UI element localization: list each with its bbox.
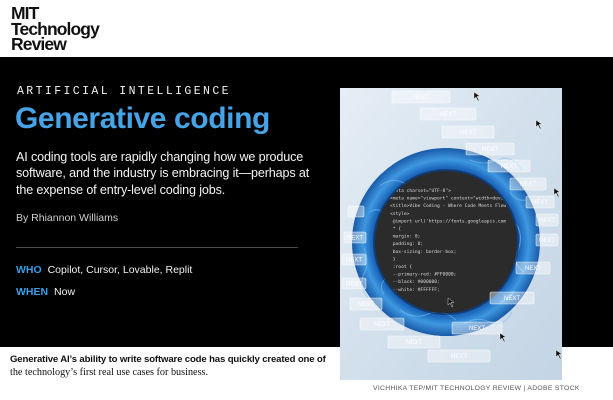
article-title: Generative coding: [15, 102, 270, 135]
next-button-label: NEXT: [532, 200, 548, 206]
next-button-label: NEXT: [520, 182, 536, 188]
next-button-label: NEXT: [501, 164, 517, 170]
next-button-label: NEXT: [469, 326, 485, 332]
next-button-label: NEXT: [504, 296, 520, 302]
image-caption: Generative AI’s ability to write softwar…: [10, 354, 335, 379]
code-line: @import url('https://fonts.googleapis.co…: [390, 218, 506, 224]
hero-illustration: <meta charset="UTF-8"> <meta name="viewpo…: [340, 88, 562, 380]
code-line: <title>Vibe Coding - Where Code Meets Fl…: [390, 203, 506, 209]
who-value: Copilot, Cursor, Lovable, Replit: [47, 264, 193, 276]
mit-technology-review-logo[interactable]: MIT Technology Review: [11, 5, 131, 54]
code-line: <meta name="viewport" content="width=dev…: [390, 196, 504, 202]
code-line: --black: #000000;: [390, 279, 440, 285]
caption-line-2: the technology’s first real use cases fo…: [10, 367, 209, 378]
code-line: padding: 0;: [390, 241, 423, 247]
next-button-label: NEXT: [413, 95, 429, 101]
divider: [16, 247, 298, 248]
code-line: box-sizing: border-box;: [390, 249, 456, 255]
next-button-label: NEXT: [358, 302, 374, 308]
next-button-label: NEXT: [347, 236, 363, 242]
topic-kicker[interactable]: ARTIFICIAL INTELLIGENCE: [17, 85, 231, 98]
when-row: WHEN Now: [16, 286, 75, 298]
next-button: [347, 205, 365, 218]
code-line: margin: 0;: [390, 234, 420, 240]
who-label: WHO: [16, 264, 42, 276]
byline[interactable]: By Rhiannon Williams: [16, 212, 118, 224]
next-button-label: NEXT: [374, 322, 390, 328]
when-value: Now: [54, 286, 76, 298]
next-button-label: NEXT: [440, 112, 456, 118]
who-row: WHO Copilot, Cursor, Lovable, Replit: [16, 264, 192, 276]
next-button-label: NEXT: [346, 282, 362, 288]
next-button-label: NEXT: [406, 340, 422, 346]
code-line: <meta charset="UTF-8">: [390, 188, 451, 194]
code-line: --white: #FFFFFF;: [390, 287, 440, 293]
next-button-label: NEXT: [539, 238, 555, 244]
next-button-label: NEXT: [525, 266, 541, 272]
next-button-label: NEXT: [460, 130, 476, 136]
code-line: }: [390, 256, 396, 262]
code-line: * {: [390, 226, 401, 232]
code-line: :root {: [390, 264, 412, 270]
when-label: WHEN: [16, 286, 49, 298]
logo-line-3: Review: [11, 34, 67, 54]
image-credit: VICHHIKA TEP/MIT TECHNOLOGY REVIEW | ADO…: [373, 385, 580, 392]
illustration-svg: <meta charset="UTF-8"> <meta name="viewpo…: [340, 88, 562, 380]
code-line: <style>: [390, 211, 410, 217]
caption-line-1: Generative AI’s ability to write softwar…: [10, 354, 326, 365]
code-line: --primary-red: #FF0000;: [390, 272, 456, 278]
next-button-label: NEXT: [346, 258, 362, 264]
next-button-label: NEXT: [451, 354, 467, 360]
article-dek: AI coding tools are rapidly changing how…: [16, 150, 310, 197]
next-button-label: NEXT: [482, 147, 498, 153]
next-button-label: NEXT: [539, 218, 555, 224]
